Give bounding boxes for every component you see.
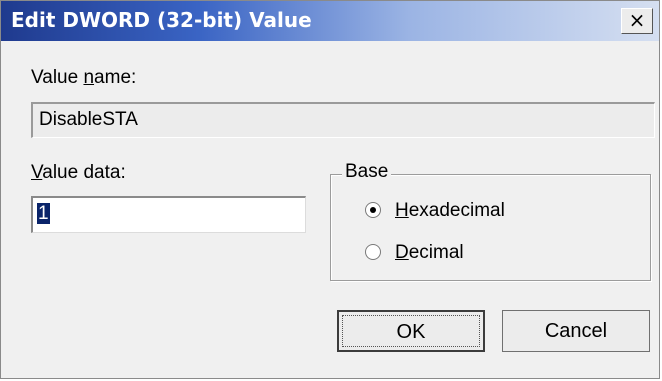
value-name-label-suffix: ame: — [94, 67, 137, 88]
base-group-legend: Base — [342, 161, 392, 183]
base-group-box — [330, 174, 651, 281]
radio-dot — [370, 207, 376, 213]
window-title: Edit DWORD (32-bit) Value — [11, 8, 312, 32]
value-name-label: Value name: — [31, 67, 136, 89]
close-icon: × — [628, 8, 646, 32]
radio-unselected-icon[interactable] — [365, 244, 381, 260]
cancel-button[interactable]: Cancel — [502, 310, 650, 352]
radio-hexadecimal-label[interactable]: Hexadecimal — [395, 200, 505, 222]
value-data-label: Value data: — [31, 162, 126, 184]
value-name-label-access-key: n — [83, 67, 95, 88]
radio-decimal-label[interactable]: Decimal — [395, 242, 464, 264]
radio-selected-icon[interactable] — [365, 202, 381, 218]
value-data-label-suffix: alue data: — [42, 162, 126, 183]
value-name-field[interactable]: DisableSTA — [31, 102, 655, 138]
value-data-label-access-key: V — [31, 162, 43, 183]
edit-dword-dialog: Edit DWORD (32-bit) Value × Value name: … — [0, 0, 660, 379]
value-data-text: 1 — [37, 203, 50, 224]
radio-decimal-access-key: D — [395, 242, 409, 263]
value-name-label-prefix: Value — [31, 67, 84, 88]
ok-button-label: OK — [396, 321, 426, 343]
radio-decimal-rest: ecimal — [408, 242, 464, 263]
value-data-input[interactable]: 1 — [31, 196, 306, 233]
radio-hexadecimal-access-key: H — [395, 200, 409, 221]
ok-button[interactable]: OK — [337, 310, 485, 352]
close-button[interactable]: × — [621, 8, 653, 34]
radio-hexadecimal-rest: exadecimal — [408, 200, 505, 221]
cancel-button-label: Cancel — [544, 320, 608, 342]
title-bar[interactable]: Edit DWORD (32-bit) Value × — [1, 1, 659, 41]
